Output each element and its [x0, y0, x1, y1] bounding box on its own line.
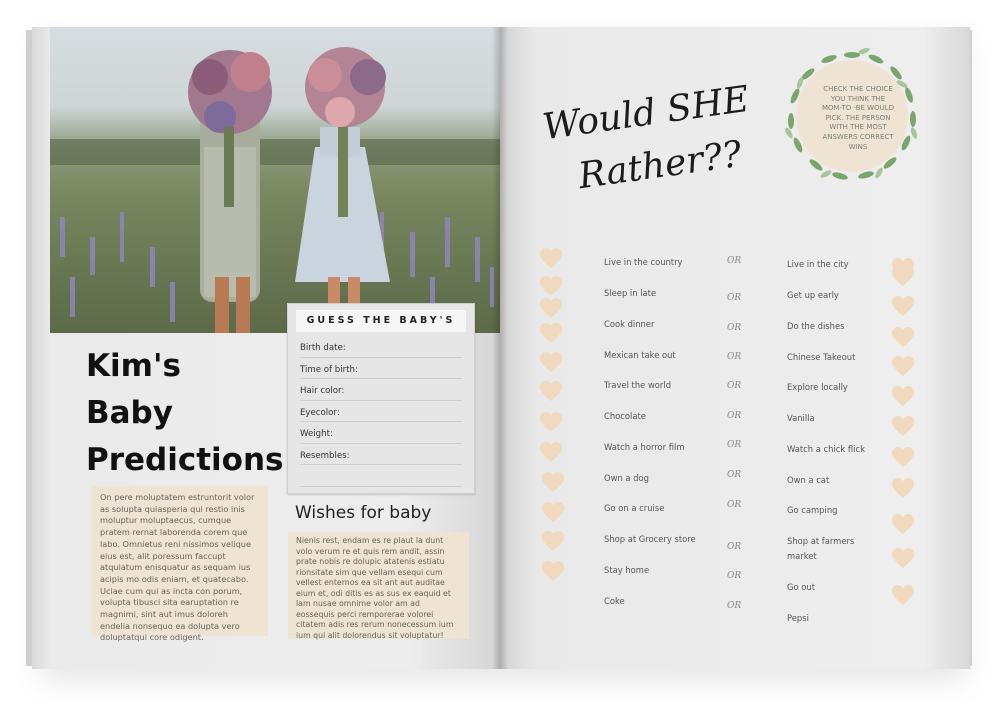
choice-left: Shop at Grocery store — [604, 534, 696, 544]
right-page: Would SHE Rather?? CHECK THE CHOICE YOU … — [500, 27, 970, 669]
title-line: Kim's — [86, 348, 181, 384]
heart-checkbox-left[interactable] — [540, 276, 562, 298]
choice-left: Sleep in late — [604, 288, 657, 298]
guess-field[interactable]: Birth date: — [300, 336, 462, 358]
or-label: OR — [727, 293, 742, 303]
heart-checkbox-left[interactable] — [540, 381, 562, 403]
guess-field[interactable]: Resembles: — [300, 444, 462, 465]
choice-left: Own a dog — [604, 473, 649, 483]
choice-left: Travel the world — [604, 380, 672, 390]
choice-right: Explore locally — [787, 382, 848, 392]
heading-line-2: Rather?? — [575, 133, 745, 198]
heart-checkbox-right[interactable] — [892, 514, 914, 536]
or-label: OR — [727, 440, 742, 450]
heart-checkbox-left[interactable] — [542, 531, 564, 553]
guess-field[interactable]: Eyecolor: — [300, 401, 462, 422]
heart-checkbox-left[interactable] — [540, 248, 562, 270]
heart-checkbox-left[interactable] — [540, 442, 562, 464]
choice-right: Do the dishes — [787, 321, 845, 331]
guess-field-blank[interactable] — [300, 465, 462, 487]
heart-checkbox-left[interactable] — [542, 472, 564, 494]
or-label: OR — [727, 256, 742, 266]
heart-checkbox-left[interactable] — [542, 561, 564, 583]
choice-left: Mexican take out — [604, 350, 676, 360]
choice-left: Watch a horror film — [604, 442, 685, 452]
guess-card: GUESS THE BABY'S Birth date: Time of bir… — [287, 303, 475, 494]
guess-field[interactable]: Hair color: — [300, 379, 462, 401]
or-label: OR — [727, 352, 742, 362]
heart-checkbox-right[interactable] — [892, 478, 914, 500]
or-label: OR — [727, 601, 742, 611]
heart-checkbox-left[interactable] — [540, 298, 562, 320]
title-line: Predictions — [86, 442, 284, 478]
choice-right: Pepsi — [787, 613, 809, 623]
or-label: OR — [727, 381, 742, 391]
heart-checkbox-right[interactable] — [892, 447, 914, 469]
heart-checkbox-right[interactable] — [892, 386, 914, 408]
field-photo — [50, 27, 500, 333]
or-label: OR — [727, 500, 742, 510]
heart-checkbox-left[interactable] — [542, 502, 564, 524]
choice-right: Go camping — [787, 505, 838, 515]
page-title: Kim's Baby Predictions — [86, 343, 286, 484]
choice-right: Watch a chick flick — [787, 444, 865, 454]
heart-checkbox-right[interactable] — [892, 296, 914, 318]
or-label: OR — [727, 542, 742, 552]
heart-checkbox-right[interactable] — [892, 548, 914, 570]
title-line: Baby — [86, 395, 173, 431]
guess-field[interactable]: Weight: — [300, 422, 462, 444]
or-label: OR — [727, 411, 742, 421]
heart-checkbox-right[interactable] — [892, 416, 914, 438]
choice-right: Live in the city — [787, 259, 849, 269]
heart-checkbox-right[interactable] — [892, 266, 914, 288]
choice-right: Own a cat — [787, 475, 830, 485]
or-label: OR — [727, 323, 742, 333]
left-page: Kim's Baby Predictions On pere moluptate… — [32, 27, 500, 669]
choice-left: Coke — [604, 596, 625, 606]
choice-left: Live in the country — [604, 257, 683, 267]
choice-left: Chocolate — [604, 411, 646, 421]
wishes-text-box: Nienis rest, endam es re plaut la dunt v… — [288, 532, 469, 640]
heart-checkbox-right[interactable] — [892, 327, 914, 349]
guess-field[interactable]: Time of birth: — [300, 358, 462, 379]
choice-right: Shop at farmers market — [787, 536, 855, 561]
heart-checkbox-right[interactable] — [892, 356, 914, 378]
or-label: OR — [727, 571, 742, 581]
choice-right: Vanilla — [787, 413, 815, 423]
or-label: OR — [727, 470, 742, 480]
wishes-title: Wishes for baby — [295, 503, 432, 523]
heart-checkbox-left[interactable] — [540, 352, 562, 374]
choice-right: Chinese Takeout — [787, 352, 856, 362]
heart-checkbox-left[interactable] — [540, 412, 562, 434]
instructions-text: CHECK THE CHOICE YOU THINK THE MOM-TO -B… — [821, 85, 895, 151]
heart-checkbox-left[interactable] — [540, 323, 562, 345]
intro-text-box: On pere moluptatem estruntorit volor as … — [92, 486, 268, 642]
choice-left: Go on a cruise — [604, 503, 665, 513]
choice-right: Get up early — [787, 290, 839, 300]
choice-right: Go out — [787, 582, 815, 592]
choice-left: Stay home — [604, 565, 650, 575]
heart-checkbox-right[interactable] — [892, 585, 914, 607]
choice-left: Cook dinner — [604, 319, 655, 329]
guess-card-title: GUESS THE BABY'S — [296, 310, 466, 332]
